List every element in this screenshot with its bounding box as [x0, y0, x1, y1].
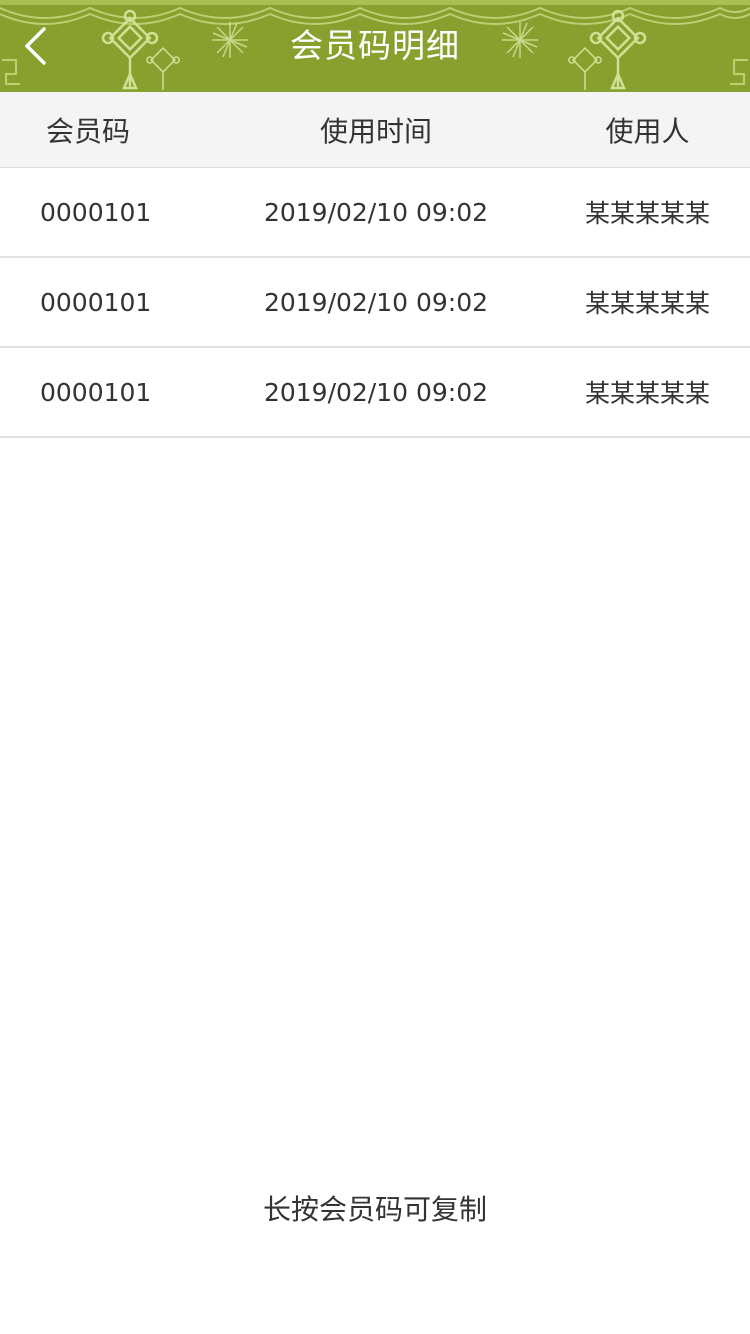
table-row[interactable]: 0000101 2019/02/10 09:02 某某某某某: [0, 258, 750, 348]
use-time-cell: 2019/02/10 09:02: [263, 377, 489, 407]
member-code-detail-page: 会员码明细 会员码 使用时间 使用人 0000101 2019/02/10 09…: [0, 0, 750, 1334]
member-code-list: 0000101 2019/02/10 09:02 某某某某某 0000101 2…: [0, 168, 750, 438]
table-row[interactable]: 0000101 2019/02/10 09:02 某某某某某: [0, 168, 750, 258]
use-time-cell: 2019/02/10 09:02: [263, 287, 489, 317]
column-header-member-code: 会员码: [45, 114, 130, 148]
table-header: 会员码 使用时间 使用人: [0, 92, 750, 168]
copy-hint-text: 长按会员码可复制: [262, 1193, 487, 1226]
user-cell: 某某某某某: [584, 379, 710, 408]
user-cell: 某某某某某: [584, 199, 710, 228]
header-bar: 会员码明细: [0, 0, 750, 92]
member-code-cell[interactable]: 0000101: [40, 348, 200, 436]
user-cell: 某某某某某: [584, 289, 710, 318]
member-code-cell[interactable]: 0000101: [40, 258, 200, 346]
back-button[interactable]: [10, 16, 60, 76]
festive-decoration: [0, 0, 750, 91]
member-code-cell[interactable]: 0000101: [40, 168, 200, 256]
use-time-cell: 2019/02/10 09:02: [263, 197, 489, 227]
column-header-use-time: 使用时间: [319, 114, 432, 148]
chevron-left-icon: [25, 27, 46, 65]
table-row[interactable]: 0000101 2019/02/10 09:02 某某某某某: [0, 348, 750, 438]
column-header-user: 使用人: [605, 114, 690, 148]
